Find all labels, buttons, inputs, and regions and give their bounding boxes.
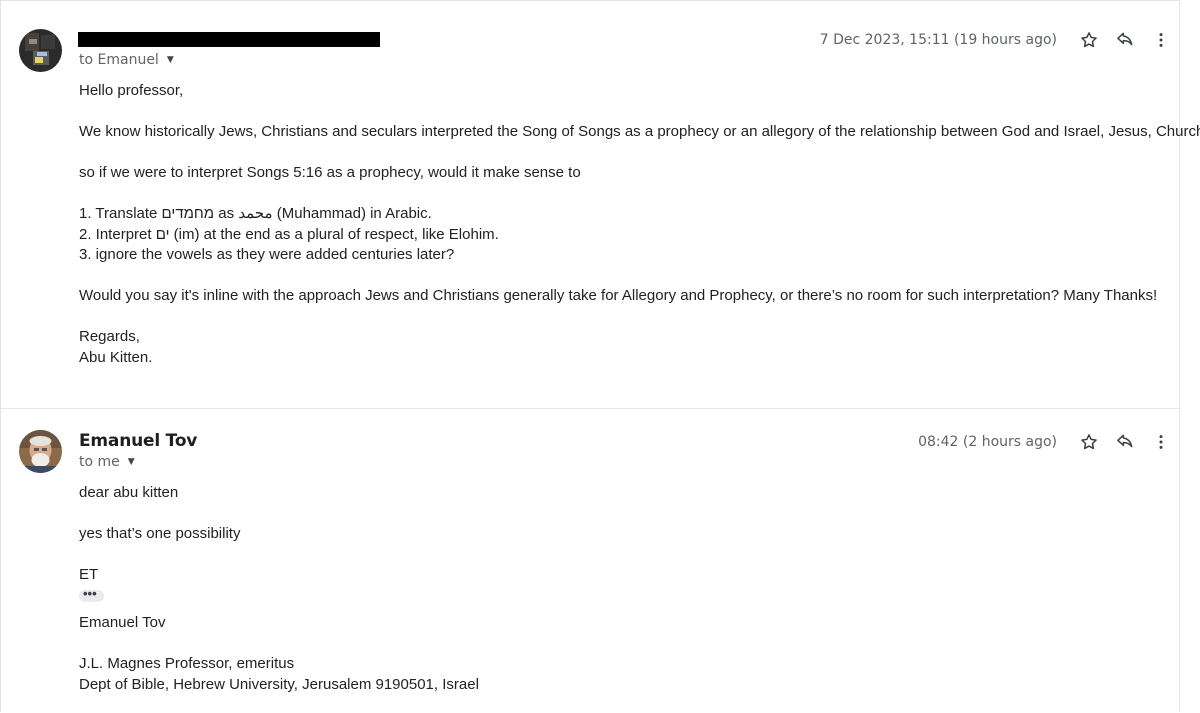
sender-name-redacted bbox=[78, 32, 380, 47]
reply-icon[interactable] bbox=[1107, 27, 1143, 53]
greeting: dear abu kitten bbox=[79, 484, 179, 501]
list-item: 3. ignore the vowels as they were added … bbox=[79, 246, 455, 263]
sender-avatar[interactable] bbox=[19, 29, 62, 72]
star-icon[interactable] bbox=[1071, 27, 1107, 53]
caret-down-icon: ▼ bbox=[127, 457, 135, 467]
show-trimmed-content-button[interactable]: ••• bbox=[79, 586, 104, 602]
signature-dept: Dept of Bible, Hebrew University, Jerusa… bbox=[79, 675, 479, 693]
timestamp: 08:42 (2 hours ago) bbox=[918, 434, 1057, 450]
recipient-label: to me bbox=[79, 454, 120, 470]
sender-avatar[interactable] bbox=[19, 430, 62, 473]
email-thread: to Emanuel ▼ 7 Dec 2023, 15:11 (19 hours… bbox=[0, 0, 1200, 713]
sender-name: Emanuel Tov bbox=[79, 431, 198, 451]
reply-icon[interactable] bbox=[1107, 429, 1143, 455]
message-2: Emanuel Tov to me ▼ 08:42 (2 hours ago) … bbox=[1, 409, 1179, 713]
message-1: to Emanuel ▼ 7 Dec 2023, 15:11 (19 hours… bbox=[1, 1, 1200, 409]
list-item: 2. Interpret ים (im) at the end as a plu… bbox=[79, 225, 499, 243]
signature-title: J.L. Magnes Professor, emeritus bbox=[79, 655, 295, 672]
recipient-dropdown[interactable]: to me ▼ bbox=[79, 454, 135, 470]
signature-name: Emanuel Tov bbox=[79, 614, 166, 631]
timestamp: 7 Dec 2023, 15:11 (19 hours ago) bbox=[819, 32, 1057, 48]
message-body: Hello professor, We know historically Je… bbox=[79, 81, 1200, 368]
paragraph: so if we were to interpret Songs 5:16 as… bbox=[79, 164, 581, 181]
list-item: 1. Translate מחמדים as محمد (Muhammad) i… bbox=[79, 205, 432, 222]
signature: Abu Kitten. bbox=[79, 348, 153, 366]
paragraph: Would you say it's inline with the appro… bbox=[79, 287, 1158, 304]
more-vert-icon[interactable] bbox=[1143, 27, 1179, 53]
recipient-label: to Emanuel bbox=[79, 52, 159, 68]
paragraph: We know historically Jews, Christians an… bbox=[79, 123, 1200, 140]
message-meta: 08:42 (2 hours ago) bbox=[918, 429, 1179, 455]
paragraph: yes that’s one possibility bbox=[79, 525, 241, 542]
more-vert-icon[interactable] bbox=[1143, 429, 1179, 455]
caret-down-icon: ▼ bbox=[166, 55, 174, 65]
initials: ET bbox=[79, 566, 99, 583]
message-body: dear abu kitten yes that’s one possibili… bbox=[79, 483, 479, 695]
closing: Regards, bbox=[79, 328, 140, 345]
recipient-dropdown[interactable]: to Emanuel ▼ bbox=[79, 52, 174, 68]
greeting: Hello professor, bbox=[79, 82, 184, 99]
message-meta: 7 Dec 2023, 15:11 (19 hours ago) bbox=[820, 27, 1179, 53]
ellipsis-icon: ••• bbox=[83, 585, 97, 601]
star-icon[interactable] bbox=[1071, 429, 1107, 455]
